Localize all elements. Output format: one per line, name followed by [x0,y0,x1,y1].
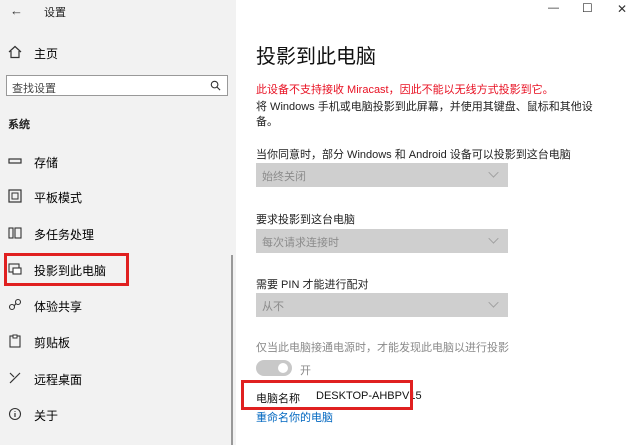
toggle-knob [278,363,288,373]
dropdown-value: 始终关闭 [262,171,306,183]
dropdown-value: 每次请求连接时 [262,237,339,249]
tablet-mode-icon [8,189,22,203]
search-placeholder: 查找设置 [12,83,56,95]
sidebar-home[interactable]: 主页 [0,38,236,68]
search-input[interactable]: 查找设置 [6,75,228,96]
multitasking-icon [8,227,22,239]
sidebar-item-shared-experiences[interactable]: 体验共享 [0,291,236,321]
sidebar-item-label: 远程桌面 [34,373,83,387]
sidebar-item-tablet-mode[interactable]: 平板模式 [0,182,236,212]
close-icon[interactable]: ✕ [617,2,627,16]
sidebar-item-about[interactable]: 关于 [0,400,236,430]
highlight-box-project [4,253,129,286]
chevron-down-icon [488,233,499,244]
sidebar-item-clipboard[interactable]: 剪贴板 [0,327,236,357]
dropdown-value: 从不 [262,301,284,313]
sidebar-home-label: 主页 [34,47,59,61]
description-line2: 备。 [256,116,278,128]
setting-allow-projection-label: 当你同意时，部分 Windows 和 Android 设备可以投影到这台电脑 [256,149,571,161]
home-icon [8,45,22,59]
back-arrow-icon[interactable]: ← [10,3,23,18]
storage-icon [8,158,22,164]
allow-projection-dropdown[interactable]: 始终关闭 [256,163,508,187]
share-icon [8,298,22,311]
sidebar-item-multitasking[interactable]: 多任务处理 [0,219,236,249]
minimize-icon[interactable]: — [548,2,559,14]
power-only-toggle[interactable] [256,360,292,376]
chevron-down-icon [488,167,499,178]
miracast-warning: 此设备不支持接收 Miracast，因此不能以无线方式投影到它。 [256,84,554,96]
power-only-label: 仅当此电脑接通电源时，才能发现此电脑以进行投影 [256,342,509,354]
toggle-state: 开 [300,365,311,377]
rename-pc-link[interactable]: 重命名你的电脑 [256,409,333,425]
setting-require-pin-label: 需要 PIN 才能进行配对 [256,279,369,291]
sidebar-item-storage[interactable]: 存储 [0,147,236,177]
clipboard-icon [9,334,21,348]
description-line1: 将 Windows 手机或电脑投影到此屏幕，并使用其键盘、鼠标和其他设 [256,101,593,113]
search-icon[interactable] [210,80,221,91]
highlight-box-pc-name [241,380,413,410]
main-content: — ☐ ✕ 投影到此电脑 此设备不支持接收 Miracast，因此不能以无线方式… [236,0,640,445]
sidebar-item-label: 存储 [34,156,59,170]
remote-desktop-icon [9,372,21,384]
section-title-system: 系统 [8,119,30,131]
sidebar-item-label: 多任务处理 [34,228,95,242]
sidebar: ← 设置 主页 查找设置 系统 存储 平板模式 多任务处理 投影到此电脑 体验共… [0,0,236,445]
sidebar-item-remote-desktop[interactable]: 远程桌面 [0,364,236,394]
chevron-down-icon [488,297,499,308]
sidebar-item-label: 关于 [34,409,59,423]
ask-projection-dropdown[interactable]: 每次请求连接时 [256,229,508,253]
sidebar-item-label: 平板模式 [34,191,83,205]
sidebar-item-label: 剪贴板 [34,336,71,350]
sidebar-scrollbar[interactable] [231,255,233,445]
info-icon [8,407,22,421]
page-title: 投影到此电脑 [256,46,376,68]
require-pin-dropdown[interactable]: 从不 [256,293,508,317]
sidebar-item-label: 体验共享 [34,300,83,314]
window-title: 设置 [44,7,66,19]
maximize-icon[interactable]: ☐ [582,1,593,15]
setting-ask-projection-label: 要求投影到这台电脑 [256,214,355,226]
